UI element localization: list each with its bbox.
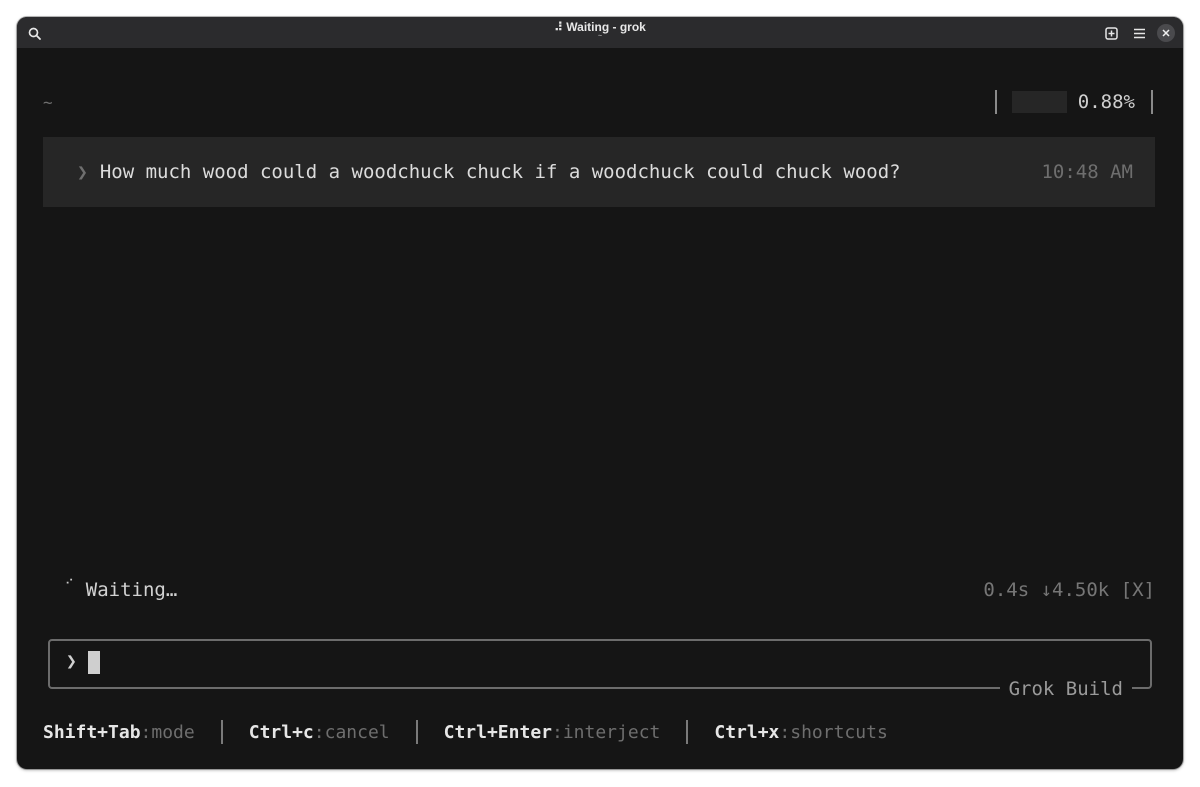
hint-key: Ctrl+x <box>714 721 780 743</box>
close-icon[interactable] <box>1157 24 1175 42</box>
hint-action: :mode <box>140 721 195 743</box>
divider <box>220 720 223 744</box>
hint-key: Shift+Tab <box>43 721 141 743</box>
input-box-label: Grok Build <box>999 677 1132 701</box>
status-stats: 0.4s ↓4.50k [X] <box>983 579 1155 601</box>
title-spinner-icon: ⠼ <box>554 20 563 34</box>
window-title-area: ⠼ Waiting - grok ~ <box>17 20 1183 40</box>
window-subtitle: ~ <box>597 33 603 40</box>
user-message: ❯ How much wood could a woodchuck chuck … <box>43 137 1155 207</box>
divider <box>994 90 997 114</box>
new-tab-icon[interactable] <box>1102 24 1120 42</box>
spinner-icon: ⠊ <box>65 577 74 591</box>
hint-key: Ctrl+c <box>248 721 314 743</box>
divider <box>686 720 689 744</box>
terminal-area[interactable]: ~ 0.88% ❯ How much wood could a woodchuc… <box>17 48 1183 769</box>
divider <box>415 720 418 744</box>
hint-action: :cancel <box>313 721 390 743</box>
title-bar: ⠼ Waiting - grok ~ <box>17 17 1183 48</box>
hint-key: Ctrl+Enter <box>443 721 552 743</box>
hint-action: :interject <box>552 721 661 743</box>
chevron-right-icon: ❯ <box>77 161 88 183</box>
prompt-input[interactable]: ❯ Grok Build <box>48 639 1152 701</box>
hint-action: :shortcuts <box>779 721 888 743</box>
divider <box>1151 90 1153 114</box>
context-usage: 0.88% <box>994 90 1153 114</box>
status-text: Waiting… <box>85 579 178 601</box>
shortcut-hints: Shift+Tab:mode Ctrl+c:cancel Ctrl+Enter:… <box>43 720 888 744</box>
hamburger-menu-icon[interactable] <box>1130 24 1148 42</box>
usage-percent: 0.88% <box>1077 91 1135 113</box>
chevron-right-icon: ❯ <box>66 651 77 672</box>
usage-meter <box>1011 91 1067 113</box>
status-line: ⠊ Waiting… <box>65 577 178 601</box>
terminal-window: ⠼ Waiting - grok ~ ~ 0.88% ❯ How much wo… <box>17 17 1183 769</box>
message-text: How much wood could a woodchuck chuck if… <box>99 161 901 183</box>
text-cursor <box>88 651 100 674</box>
current-directory: ~ <box>43 93 53 112</box>
message-timestamp: 10:48 AM <box>1041 161 1133 183</box>
window-title: Waiting - grok <box>566 20 646 34</box>
